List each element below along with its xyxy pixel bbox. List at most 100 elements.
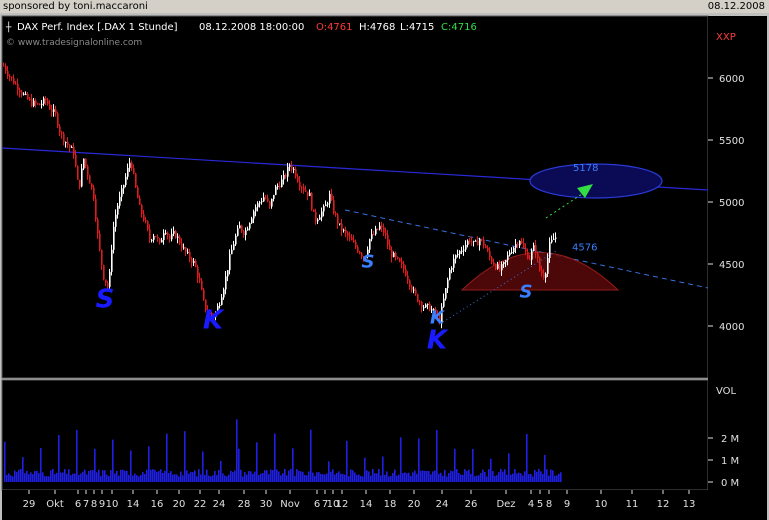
price-candle-body (159, 238, 161, 243)
price-candle-body (239, 225, 241, 229)
price-candle-body (53, 109, 55, 112)
price-candle-body (87, 166, 89, 176)
volume-bar (66, 473, 68, 482)
volume-bar (56, 472, 58, 482)
volume-bar (120, 469, 122, 482)
price-candle-body (121, 188, 123, 197)
time-tick-label: 14 (127, 499, 140, 510)
price-candle-body (509, 252, 511, 256)
volume-bar (314, 475, 316, 482)
time-tick-label: 30 (260, 499, 273, 510)
price-candle-body (523, 242, 525, 249)
volume-bar (560, 472, 562, 482)
volume-bar (214, 470, 216, 482)
volume-bar (86, 474, 88, 482)
volume-bar (458, 473, 460, 482)
volume-bar (208, 475, 210, 482)
level-label: 5178 (573, 163, 598, 174)
volume-bar (268, 474, 270, 482)
price-candle-body (183, 247, 185, 249)
volume-bar (242, 476, 244, 482)
price-candle-body (299, 181, 301, 188)
price-candle-body (245, 230, 247, 236)
volume-bar (158, 471, 160, 482)
price-candle-body (321, 211, 323, 218)
price-candle-body (197, 266, 199, 278)
volume-bar (412, 472, 414, 482)
volume-bar (70, 475, 72, 482)
volume-bar (364, 457, 366, 482)
volume-bar (14, 470, 16, 482)
price-candle-body (445, 288, 447, 299)
price-candle-body (35, 100, 37, 104)
time-tick-label: 24 (436, 499, 449, 510)
volume-bar (280, 475, 282, 482)
time-tick-label: 14 (360, 499, 373, 510)
volume-bar (548, 475, 550, 482)
volume-bar (212, 475, 214, 482)
symbol-label: XXP (716, 32, 736, 43)
price-candle-body (261, 201, 263, 203)
price-candle-body (409, 280, 411, 287)
volume-bar (418, 438, 420, 482)
volume-bar (276, 469, 278, 482)
volume-bar (140, 475, 142, 482)
price-tick-label: 5000 (719, 198, 744, 209)
price-candle-body (101, 249, 103, 266)
price-candle-body (329, 193, 331, 204)
price-candle-body (103, 265, 105, 280)
price-candle-body (3, 65, 5, 67)
price-candle-body (265, 197, 267, 199)
volume-bar (134, 473, 136, 482)
price-candle-body (349, 236, 351, 238)
price-candle-body (225, 276, 227, 290)
volume-bar (260, 473, 262, 482)
volume-bar (190, 471, 192, 482)
volume-bar (438, 473, 440, 482)
volume-bar (92, 470, 94, 482)
volume-bar (360, 475, 362, 482)
volume-bar (348, 476, 350, 482)
volume-bar (442, 475, 444, 482)
volume-bar (426, 470, 428, 482)
volume-bar (256, 442, 258, 482)
price-candle-body (541, 270, 543, 274)
price-candle-body (401, 261, 403, 264)
volume-bar (290, 468, 292, 482)
volume-bar (500, 468, 502, 482)
time-tick-label: 18 (384, 499, 397, 510)
ohlc-low: L:4715 (400, 22, 434, 33)
price-candle-body (75, 154, 77, 167)
price-candle-body (513, 247, 515, 253)
volume-bar (20, 468, 22, 482)
volume-bar (236, 419, 238, 482)
volume-bar (558, 473, 560, 482)
volume-bar (312, 472, 314, 482)
volume-bar (128, 474, 130, 482)
volume-bar (456, 469, 458, 482)
price-candle-body (399, 258, 401, 262)
volume-bar (382, 456, 384, 482)
volume-bar (106, 474, 108, 482)
price-candle-body (295, 169, 297, 177)
price-candle-body (489, 250, 491, 258)
price-candle-body (421, 301, 423, 308)
price-candle-body (65, 141, 67, 143)
volume-bar (440, 472, 442, 482)
volume-bar (142, 471, 144, 482)
volume-bar (520, 473, 522, 482)
price-candle-body (281, 179, 283, 187)
price-candle-body (67, 141, 69, 145)
volume-bar (198, 469, 200, 482)
price-candle-body (19, 90, 21, 93)
volume-bar (64, 469, 66, 482)
volume-bar (164, 470, 166, 482)
volume-bar (122, 469, 124, 482)
volume-bar (394, 469, 396, 482)
volume-bar (118, 475, 120, 482)
volume-bar (78, 474, 80, 482)
volume-bar (52, 468, 54, 482)
volume-bar (304, 474, 306, 482)
price-candle-body (9, 75, 11, 77)
volume-bar (224, 475, 226, 482)
